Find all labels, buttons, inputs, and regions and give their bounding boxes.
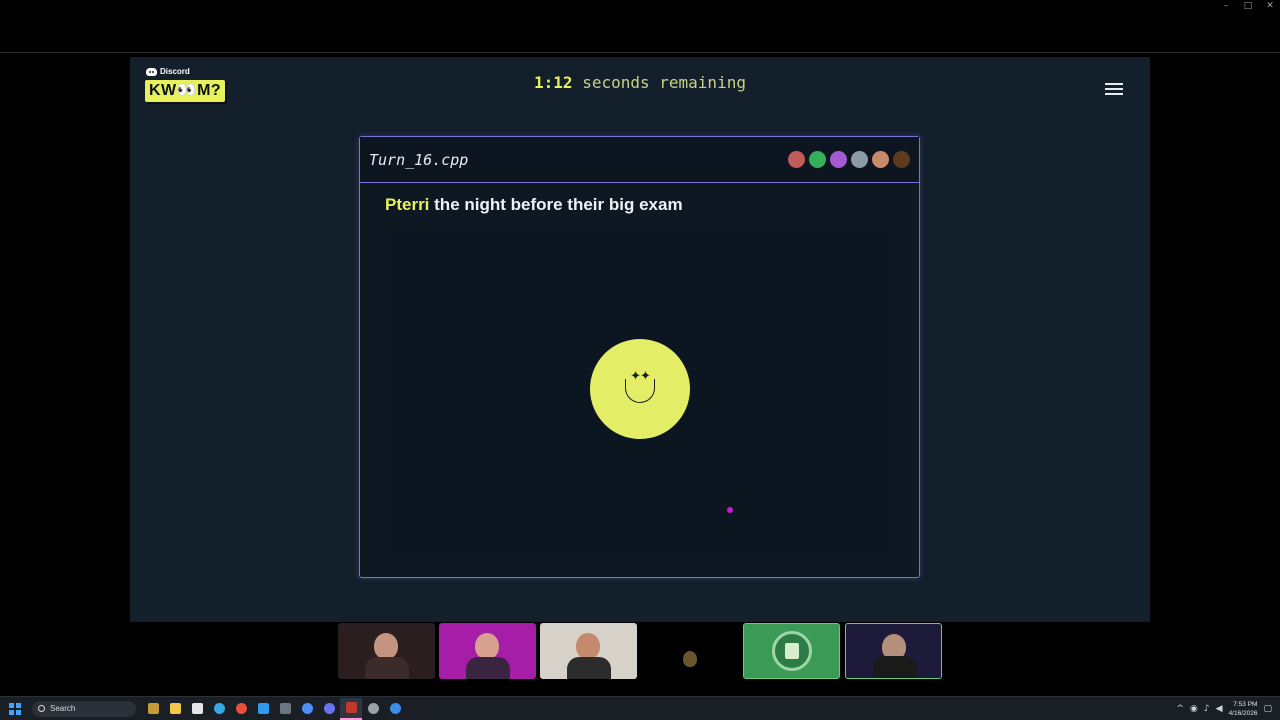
app-blue-icon[interactable] [384,698,406,720]
app-icon[interactable] [340,697,362,720]
calculator-icon[interactable] [274,698,296,720]
chevron-up-icon[interactable]: ^ [1176,704,1184,714]
participant-body [466,657,510,679]
player-avatar [830,151,847,168]
participant-video[interactable] [845,623,942,679]
discord-icon[interactable] [318,698,340,720]
participant-video[interactable] [641,623,738,679]
prompt-text: Pterri the night before their big exam [385,195,683,215]
turn-file-name: Turn_16.cpp [369,150,469,169]
notification-icon[interactable]: ▢ [1263,704,1272,714]
vscode-icon[interactable] [252,698,274,720]
search-icon [38,705,45,712]
prompt-player-name: Pterri [385,195,430,214]
participant-video[interactable] [338,623,435,679]
activity-frame: Discord KW👀M? 1:12 seconds remaining Tur… [130,57,1150,622]
file-explorer-icon[interactable] [164,698,186,720]
network-icon[interactable]: ◉ [1190,704,1198,714]
participant-video[interactable] [540,623,637,679]
taskbar-search[interactable]: Search [32,700,136,717]
edge-icon[interactable] [208,698,230,720]
divider [0,52,1280,53]
participant-body [873,656,917,678]
card-header: Turn_16.cpp [360,137,919,183]
countdown-timer: 1:12 seconds remaining [130,73,1150,92]
clock-date: 4/16/2026 [1228,710,1258,717]
chrome-icon[interactable] [230,698,252,720]
participant-video[interactable] [439,623,536,679]
player-avatar [809,151,826,168]
copilot-icon[interactable] [296,698,318,720]
participant-head [475,633,499,659]
participant-head [374,633,398,659]
screen: – □ ✕ Discord KW👀M? 1:12 seconds remaini… [0,0,1280,720]
store-icon[interactable] [186,698,208,720]
smile-mouth [625,379,655,403]
player-avatars [788,151,910,168]
speaker-icon[interactable]: ◀ [1216,704,1223,714]
participant-body [668,657,712,679]
timer-label: seconds remaining [582,73,746,92]
minimize-button[interactable]: – [1220,0,1232,14]
participant-head [576,633,600,659]
player-avatar [788,151,805,168]
brush-cursor [727,507,733,513]
drawing-canvas[interactable]: ✦✦ [386,225,894,552]
microphone-icon[interactable]: ♪ [1204,704,1210,714]
player-avatar [851,151,868,168]
widgets-icon[interactable] [142,698,164,720]
search-placeholder: Search [50,704,76,713]
avatar [771,631,812,671]
timer-value: 1:12 [534,73,573,92]
windows-start-icon[interactable] [9,702,21,715]
maximize-button[interactable]: □ [1242,0,1254,14]
taskbar: Search ^ ◉ ♪ ◀ 7:53 PM 4/16/2026 ▢ [0,696,1280,720]
menu-icon[interactable] [1105,83,1123,95]
close-button[interactable]: ✕ [1264,0,1276,14]
drawing-card: Turn_16.cpp Pterri the night before thei… [359,136,920,578]
player-avatar [893,151,910,168]
smiley-drawing: ✦✦ [590,339,690,439]
window-controls: – □ ✕ [1220,0,1276,14]
video-strip [338,623,942,679]
taskbar-apps [142,697,406,720]
player-avatar [872,151,889,168]
system-tray: ^ ◉ ♪ ◀ 7:53 PM 4/16/2026 ▢ [1176,699,1272,719]
settings-icon[interactable] [362,698,384,720]
clock-time: 7:53 PM [1233,701,1258,708]
participant-body [567,657,611,679]
participant-video[interactable] [743,623,840,679]
prompt-body: the night before their big exam [429,195,683,214]
participant-body [365,657,409,679]
clock[interactable]: 7:53 PM 4/16/2026 [1229,700,1258,718]
